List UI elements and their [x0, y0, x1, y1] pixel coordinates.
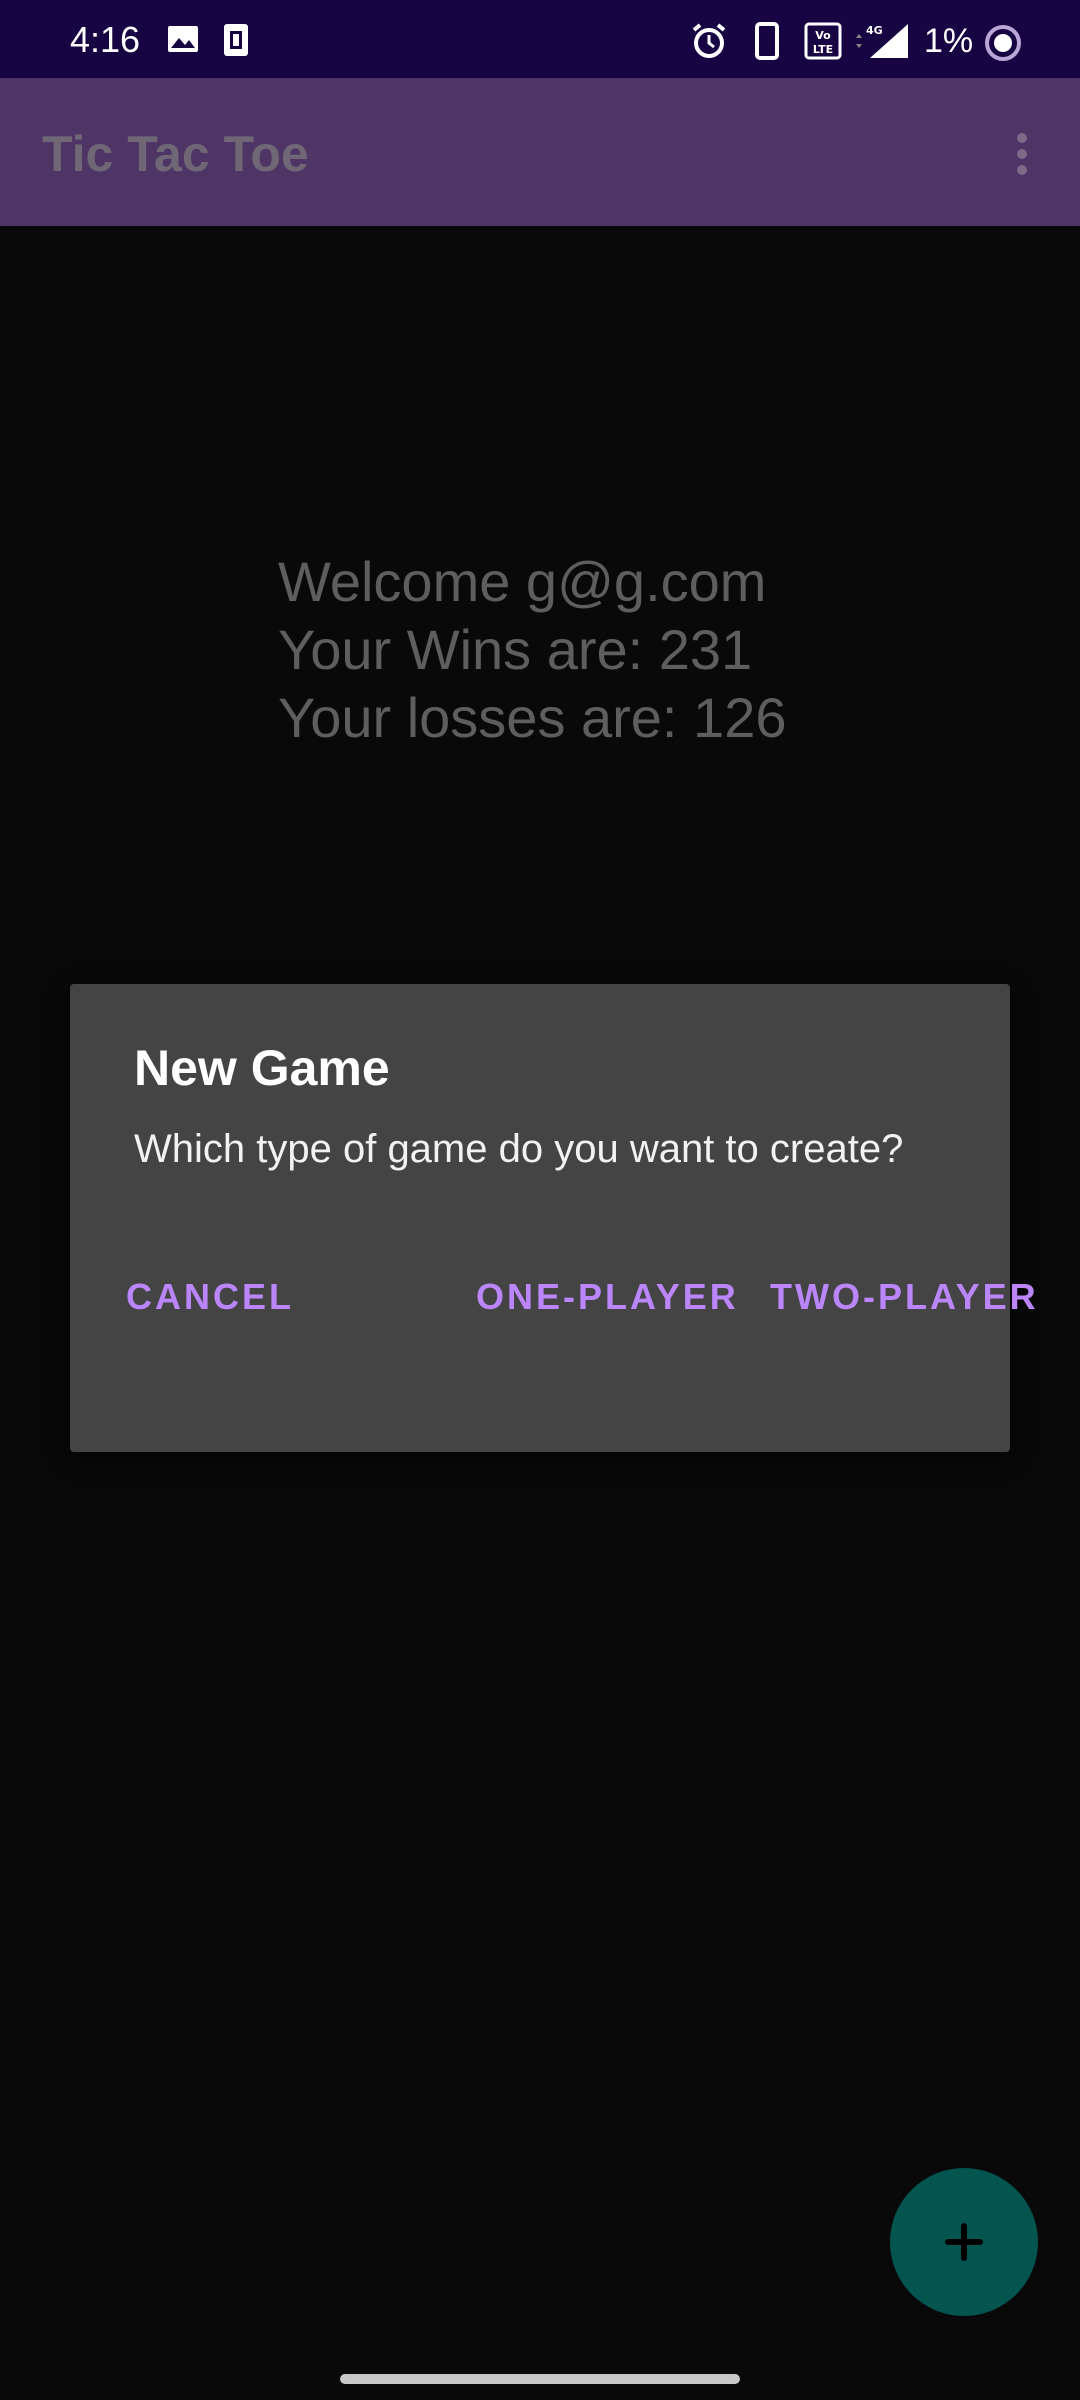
image-icon [166, 22, 200, 61]
signal-4g-icon: 4G [852, 22, 914, 65]
welcome-text-block: Welcome g@g.com Your Wins are: 231 Your … [278, 548, 786, 752]
new-game-dialog: New Game Which type of game do you want … [70, 984, 1036, 1452]
more-vert-icon[interactable] [1002, 128, 1042, 184]
svg-text:4G: 4G [866, 24, 883, 37]
wins-line: Your Wins are: 231 [278, 618, 753, 681]
add-icon [945, 2223, 983, 2261]
sim-card-icon [222, 22, 250, 63]
add-game-fab[interactable] [890, 2168, 1038, 2316]
app-bar: Tic Tac Toe [0, 78, 1080, 226]
status-bar: 4:16 Vo LTE 4G 1% [0, 0, 1080, 78]
svg-text:Vo: Vo [815, 29, 831, 42]
one-player-button[interactable]: ONE-PLAYER [468, 1272, 747, 1322]
battery-saver-icon [984, 24, 1022, 67]
losses-line: Your losses are: 126 [278, 686, 787, 749]
cancel-button[interactable]: CANCEL [118, 1272, 302, 1322]
status-time: 4:16 [70, 19, 141, 60]
two-player-button[interactable]: TWO-PLAYER [762, 1272, 1047, 1322]
phone-icon [754, 22, 780, 65]
svg-text:LTE: LTE [813, 43, 833, 56]
gesture-nav-handle[interactable] [340, 2374, 740, 2384]
dialog-message: Which type of game do you want to create… [134, 1127, 904, 1171]
battery-percentage: 1% [924, 22, 974, 60]
app-title: Tic Tac Toe [42, 126, 309, 182]
alarm-icon [690, 22, 728, 65]
welcome-line: Welcome g@g.com [278, 550, 767, 613]
dialog-title: New Game [134, 1040, 390, 1096]
volte-icon: Vo LTE [804, 22, 842, 65]
